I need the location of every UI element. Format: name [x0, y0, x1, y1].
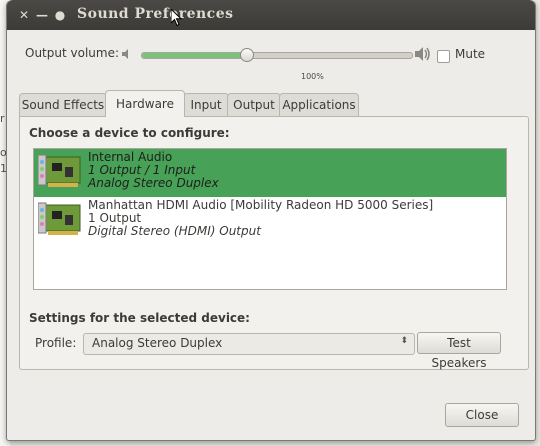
close-button[interactable]: Close — [445, 403, 519, 427]
mute-label[interactable]: Mute — [455, 47, 485, 61]
minimize-icon[interactable]: — — [35, 8, 49, 22]
maximize-icon[interactable]: ● — [53, 8, 67, 22]
close-icon[interactable]: ✕ — [17, 8, 31, 22]
sound-card-icon — [38, 154, 81, 187]
title-bar[interactable]: ✕ — ● Sound Preferences — [7, 0, 535, 30]
tab-input[interactable]: Input — [183, 93, 229, 116]
slider-handle[interactable] — [240, 48, 255, 62]
tab-applications[interactable]: Applications — [279, 93, 359, 116]
sound-preferences-window: ✕ — ● Sound Preferences Output volume: M… — [6, 0, 536, 441]
device-row-hdmi-audio[interactable]: Manhattan HDMI Audio [Mobility Radeon HD… — [34, 197, 506, 245]
device-list[interactable]: Internal Audio 1 Output / 1 Input Analog… — [33, 148, 507, 290]
profile-select-value: Analog Stereo Duplex — [92, 336, 223, 350]
tab-sound-effects[interactable]: Sound Effects — [19, 93, 107, 116]
slider-fill — [142, 53, 248, 58]
updown-arrow-icon: ⬍ — [400, 336, 408, 346]
device-row-internal-audio[interactable]: Internal Audio 1 Output / 1 Input Analog… — [34, 149, 506, 197]
choose-device-heading: Choose a device to configure: — [29, 126, 230, 140]
tab-hardware[interactable]: Hardware — [105, 90, 185, 117]
mouse-cursor-icon — [171, 9, 183, 27]
device-text: Internal Audio 1 Output / 1 Input Analog… — [88, 151, 219, 190]
mute-checkbox[interactable] — [437, 50, 450, 63]
output-volume-slider[interactable] — [141, 48, 413, 62]
speaker-low-icon — [122, 49, 128, 59]
device-profile: Analog Stereo Duplex — [88, 176, 219, 190]
profile-label: Profile: — [35, 336, 77, 350]
device-profile: Digital Stereo (HDMI) Output — [88, 224, 261, 238]
settings-heading: Settings for the selected device: — [29, 311, 250, 325]
profile-select[interactable]: Analog Stereo Duplex ⬍ — [83, 333, 415, 355]
volume-percent-label: 100% — [301, 72, 324, 81]
window-title: Sound Preferences — [77, 6, 234, 22]
tab-output[interactable]: Output — [227, 93, 281, 116]
test-speakers-button[interactable]: Test Speakers — [417, 332, 501, 370]
output-volume-row: Output volume: Mute — [25, 46, 525, 66]
output-volume-label: Output volume: — [25, 46, 119, 60]
sound-card-icon — [38, 202, 81, 235]
background-text-fragment: r — [0, 112, 5, 125]
device-text: Manhattan HDMI Audio [Mobility Radeon HD… — [88, 199, 433, 238]
speaker-high-icon — [415, 47, 430, 61]
